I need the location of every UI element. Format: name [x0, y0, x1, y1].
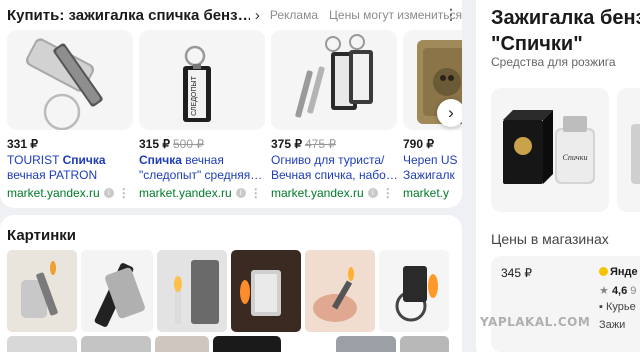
product-title-line1[interactable]: TOURIST Спичка [7, 153, 133, 168]
image-thumbnail[interactable] [157, 250, 227, 332]
svg-text:Спички: Спички [563, 153, 588, 162]
product-price: 331 ₽ [7, 137, 38, 151]
product-title-line2[interactable]: вечная PATRON [7, 168, 133, 183]
image-thumbnail[interactable] [81, 250, 153, 332]
lighter-match-image [295, 34, 373, 118]
product-host[interactable]: market.y [403, 186, 462, 200]
star-icon: ★ [599, 285, 609, 297]
images-title[interactable]: Картинки [7, 227, 76, 244]
shopping-title[interactable]: Купить: зажигалка спичка бенз… [7, 7, 250, 24]
product-price: 375 ₽ [271, 137, 302, 151]
ad-label: Реклама [269, 8, 319, 22]
svg-text:СЛЕДОПЫТ: СЛЕДОПЫТ [191, 75, 198, 115]
product-title-line2[interactable]: Зажигалк [403, 168, 462, 183]
shop-rating: ★ 4,6 9 [599, 285, 637, 297]
lighter-image [174, 260, 219, 324]
product-old-price: 475 ₽ [305, 137, 336, 151]
product-title-line1[interactable]: Череп US [403, 153, 462, 168]
product-price: 790 ₽ [403, 137, 434, 151]
prices-title: Цены в магазинах [491, 231, 609, 247]
image-thumbnail[interactable] [213, 336, 281, 352]
product-title-line1[interactable]: Огниво для туриста/ [271, 153, 397, 168]
product-host[interactable]: market.yandex.ru i ⋮ [7, 186, 133, 200]
shop-name[interactable]: Янде [599, 266, 638, 278]
product-title: Зажигалка бенз "Спички" [491, 7, 640, 55]
product-panel: Зажигалка бенз "Спички" Средства для роз… [476, 0, 640, 352]
product-title-line1[interactable]: Спичка вечная [139, 153, 265, 168]
product-card[interactable]: СЛЕДОПЫТ 315 ₽500 ₽ Спичка вечная "следо… [139, 30, 265, 200]
lighter-match-image [25, 38, 103, 130]
image-thumbnail[interactable] [231, 250, 301, 332]
product-category[interactable]: Средства для розжига [491, 55, 616, 69]
more-dots-icon: ⋮ [249, 186, 262, 200]
lighter-image [21, 261, 58, 318]
truck-icon: ▪ [599, 301, 603, 313]
lighter-image [94, 263, 145, 327]
offer-price: 345 ₽ [501, 266, 532, 280]
images-card: Картинки [0, 215, 462, 352]
more-dots-icon[interactable]: ⋮ [444, 6, 458, 23]
image-thumbnail[interactable] [7, 336, 77, 352]
image-thumbnail[interactable] [155, 336, 209, 352]
lighter-image [631, 124, 640, 184]
product-old-price: 500 ₽ [173, 137, 204, 151]
lighter-match-image: СЛЕДОПЫТ [183, 45, 211, 122]
image-thumbnail[interactable] [336, 336, 396, 352]
arrow-right-icon[interactable]: › [437, 99, 462, 127]
info-icon: i [103, 188, 114, 198]
chevron-right-icon[interactable]: › [255, 7, 260, 24]
lighter-image [395, 266, 438, 322]
product-price: 315 ₽ [139, 137, 170, 151]
shopping-header: Купить: зажигалка спичка бенз… › Реклама… [7, 5, 462, 25]
delivery-info: ▪ Курье [599, 301, 636, 313]
yandex-market-icon [599, 267, 608, 276]
product-host[interactable]: market.yandex.ru i ⋮ [139, 186, 265, 200]
product-host[interactable]: market.yandex.ru i ⋮ [271, 186, 397, 200]
offer-card[interactable]: 345 ₽ Янде ★ 4,6 9 ▪ Курье Зажи [491, 256, 640, 352]
shopping-card: Купить: зажигалка спичка бенз… › Реклама… [0, 0, 462, 208]
image-thumbnail[interactable] [379, 250, 449, 332]
product-image[interactable]: СЛЕДОПЫТ [139, 30, 265, 130]
image-thumbnail[interactable] [400, 336, 449, 352]
image-thumbnail[interactable] [305, 250, 375, 332]
product-title-line2[interactable]: Вечная спичка, набо… [271, 168, 397, 183]
offer-title: Зажи [599, 319, 626, 331]
image-thumbnail[interactable] [7, 250, 77, 332]
more-dots-icon: ⋮ [117, 186, 130, 200]
product-image[interactable] [617, 88, 640, 212]
image-thumbnail[interactable] [81, 336, 151, 352]
product-image[interactable] [7, 30, 133, 130]
product-card[interactable]: 331 ₽ TOURIST Спичка вечная PATRON marke… [7, 30, 133, 200]
more-dots-icon: ⋮ [381, 186, 394, 200]
lighter-image [240, 270, 281, 316]
lighter-box-image: Спички [503, 110, 595, 184]
product-image[interactable] [271, 30, 397, 130]
price-note: Цены могут измениться [329, 8, 462, 22]
product-title-line2[interactable]: "следопыт" средняя… [139, 168, 265, 183]
lighter-image [313, 267, 357, 322]
watermark: YAPLAKAL.COM [480, 315, 591, 329]
info-icon: i [235, 188, 246, 198]
product-card[interactable]: 375 ₽475 ₽ Огниво для туриста/ Вечная сп… [271, 30, 397, 200]
info-icon: i [367, 188, 378, 198]
product-image[interactable]: Спички [491, 88, 609, 212]
